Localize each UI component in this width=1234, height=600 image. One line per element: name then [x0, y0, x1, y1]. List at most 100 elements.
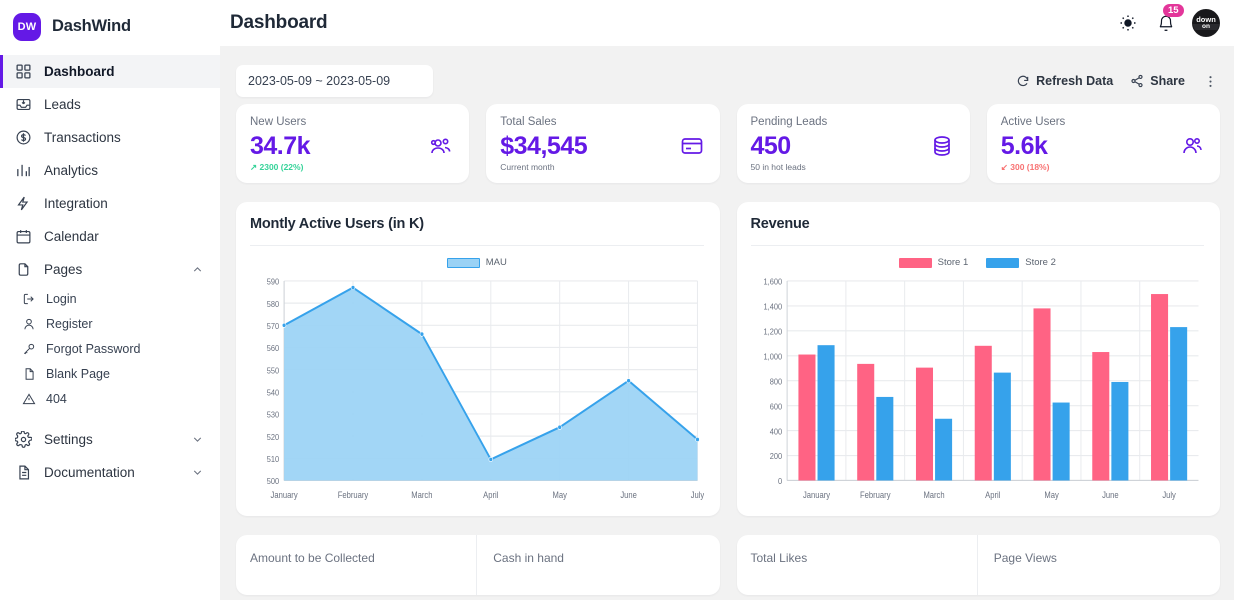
sidebar-item-login[interactable]: Login: [0, 286, 220, 311]
sidebar-item-404[interactable]: 404: [0, 386, 220, 411]
share-button[interactable]: Share: [1130, 74, 1185, 88]
stat-value: 34.7k: [250, 131, 311, 160]
sun-icon[interactable]: [1116, 11, 1140, 35]
svg-text:January: January: [271, 490, 299, 500]
svg-text:400: 400: [769, 427, 782, 437]
sidebar-item-label: Documentation: [44, 465, 135, 480]
svg-text:July: July: [691, 490, 704, 500]
svg-text:July: July: [1162, 490, 1176, 500]
sidebar-item-integration[interactable]: Integration: [0, 187, 220, 220]
bottom-label: Page Views: [993, 551, 1057, 565]
dollar-circle-icon: [15, 129, 32, 146]
sidebar-item-settings[interactable]: Settings: [0, 423, 220, 456]
sidebar: DW DashWind Dashboard Leads Transactions…: [0, 0, 220, 600]
sidebar-item-calendar[interactable]: Calendar: [0, 220, 220, 253]
stat-value: 450: [750, 131, 792, 160]
app-logo: DW: [13, 12, 41, 41]
legend-swatch: [898, 257, 932, 268]
sidebar-item-dashboard[interactable]: Dashboard: [0, 55, 220, 88]
svg-text:May: May: [1044, 490, 1059, 500]
inbox-icon: [15, 96, 32, 113]
sidebar-item-label: Transactions: [44, 130, 121, 145]
legend-label: Store 2: [1025, 257, 1056, 268]
bell-icon[interactable]: 15: [1154, 4, 1184, 35]
sidebar-item-label: 404: [46, 391, 67, 406]
svg-text:May: May: [552, 490, 567, 500]
legend-swatch: [986, 257, 1020, 268]
user-check-icon: [1180, 134, 1204, 158]
svg-text:February: February: [860, 490, 891, 500]
sidebar-item-forgot-password[interactable]: Forgot Password: [0, 336, 220, 361]
stat-title: Active Users: [1000, 116, 1066, 128]
dashboard-content: 2023-05-09 ~ 2023-05-09 Refresh Data Sha…: [220, 46, 1234, 600]
legend-item[interactable]: MAU: [446, 257, 507, 268]
sidebar-item-pages[interactable]: Pages: [0, 253, 220, 286]
stat-title: New Users: [250, 116, 307, 128]
svg-text:500: 500: [267, 477, 280, 487]
legend-label: Store 1: [937, 257, 969, 268]
brand[interactable]: DW DashWind: [0, 0, 220, 53]
bottom-half: Page Views: [976, 535, 1220, 595]
sidebar-item-label: Calendar: [44, 229, 99, 244]
date-range-picker[interactable]: 2023-05-09 ~ 2023-05-09: [236, 65, 433, 97]
bottom-label: Amount to be Collected: [250, 551, 375, 565]
divider: [250, 245, 704, 246]
chart-legend: MAU: [250, 257, 704, 268]
sidebar-submenu-pages: Login Register Forgot Password Blank Pag…: [0, 286, 220, 411]
stat-cards: New Users 34.7k ↗ 2300 (22%) Total Sales…: [236, 104, 1220, 183]
stat-value: 5.6k: [1000, 131, 1048, 160]
svg-text:1,000: 1,000: [763, 352, 782, 362]
legend-item[interactable]: Store 1: [898, 257, 969, 268]
sidebar-item-label: Dashboard: [44, 64, 115, 79]
share-icon: [1130, 74, 1144, 88]
svg-text:June: June: [620, 490, 637, 500]
main-area: Dashboard 15 down on 2023-05-09 ~ 2023-0…: [220, 0, 1234, 600]
svg-text:June: June: [1102, 490, 1119, 500]
svg-text:590: 590: [267, 277, 280, 287]
kebab-menu-icon[interactable]: [1202, 71, 1218, 91]
svg-text:January: January: [802, 490, 830, 500]
page-title: Dashboard: [230, 12, 328, 33]
document-text-icon: [15, 464, 32, 481]
avatar[interactable]: down on: [1192, 9, 1220, 37]
svg-text:520: 520: [267, 432, 280, 442]
sidebar-item-label: Blank Page: [46, 366, 110, 381]
sidebar-item-leads[interactable]: Leads: [0, 88, 220, 121]
refresh-data-label: Refresh Data: [1036, 74, 1114, 88]
bar-chart-plot: 0 200 400 600 800 1,000 1,200 1,400 1,600 January…: [751, 274, 1205, 506]
stat-desc: Current month: [500, 162, 555, 173]
sidebar-item-register[interactable]: Register: [0, 311, 220, 336]
svg-text:April: April: [483, 490, 498, 500]
svg-text:540: 540: [267, 388, 280, 398]
sidebar-item-blank-page[interactable]: Blank Page: [0, 361, 220, 386]
stat-card-new-users: New Users 34.7k ↗ 2300 (22%): [236, 104, 470, 183]
sidebar-item-transactions[interactable]: Transactions: [0, 121, 220, 154]
svg-text:April: April: [985, 490, 1000, 500]
line-chart-plot: 500 510 520 530 540 550 560 570 580 590 January Feb…: [250, 274, 704, 506]
bottom-label: Cash in hand: [493, 551, 564, 565]
bar-chart-icon: [15, 162, 32, 179]
legend-item[interactable]: Store 2: [986, 257, 1056, 268]
stat-trend: ↙ 300 (18%): [1000, 162, 1050, 173]
refresh-data-button[interactable]: Refresh Data: [1016, 74, 1113, 88]
sidebar-item-analytics[interactable]: Analytics: [0, 154, 220, 187]
notification-badge: 15: [1163, 4, 1184, 17]
stat-card-active-users: Active Users 5.6k ↙ 300 (18%): [986, 104, 1220, 183]
chevron-down-icon: [191, 466, 204, 479]
sidebar-item-label: Settings: [44, 432, 93, 447]
chart-title: Montly Active Users (in K): [250, 216, 424, 232]
credit-card-icon: [680, 134, 704, 158]
database-icon: [930, 134, 954, 158]
avatar-line-2: on: [1193, 23, 1219, 30]
divider: [750, 245, 1204, 246]
brand-name: DashWind: [52, 17, 131, 35]
sidebar-nav: Dashboard Leads Transactions Analytics I…: [0, 53, 220, 489]
gear-icon: [15, 431, 32, 448]
chart-card-revenue: Revenue Store 1 Store 2 0 200 400 600 80…: [736, 202, 1220, 516]
users-group-icon: [429, 134, 453, 158]
svg-text:February: February: [338, 490, 369, 500]
sidebar-item-documentation[interactable]: Documentation: [0, 456, 220, 489]
app-root: DW DashWind Dashboard Leads Transactions…: [0, 0, 1234, 600]
svg-text:510: 510: [267, 455, 280, 465]
